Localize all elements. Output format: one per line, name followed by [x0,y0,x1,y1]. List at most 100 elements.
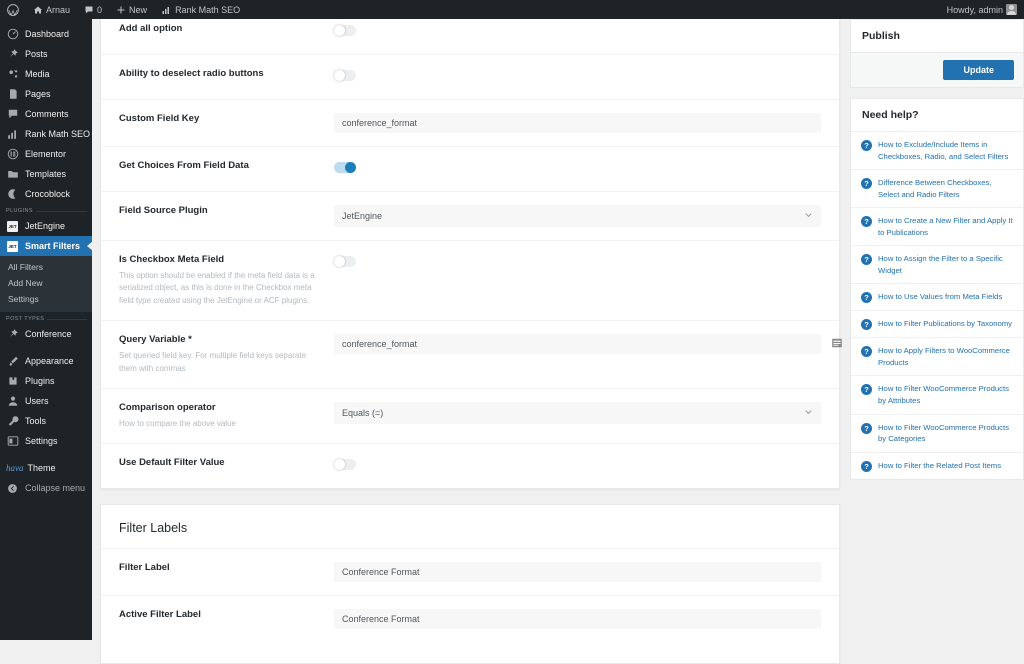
help-link[interactable]: ? How to Use Values from Meta Fields [851,283,1023,310]
pin-icon [6,328,19,340]
toggle-knob [334,70,345,81]
submenu-item-settings[interactable]: Settings [0,291,92,307]
label-title-block: Active Filter Label [119,609,334,620]
help-link-label: How to Exclude/Include Items in Checkbox… [878,140,1009,161]
help-link[interactable]: ? Difference Between Checkboxes, Select a… [851,169,1023,207]
filter-labels-panel: Filter Labels Filter Label Conference For… [100,504,840,664]
sidebar-item-label: Crocoblock [25,189,71,199]
question-mark-icon: ? [861,422,872,434]
sidebar-item-settings[interactable]: Settings [0,431,92,451]
users-icon [6,395,19,407]
sidebar-item-plugins[interactable]: Plugins [0,371,92,391]
setting-control [334,23,821,41]
sidebar-item-templates[interactable]: Templates [0,164,92,184]
setting-label-block: Query Variable * Set queried field key. F… [119,334,334,375]
sidebar-item-dashboard[interactable]: Dashboard [0,24,92,44]
help-link[interactable]: ? How to Create a New Filter and Apply It… [851,207,1023,245]
setting-row-is-checkbox-meta-field: Is Checkbox Meta Field This option should… [101,240,839,320]
label-title-block: Filter Label [119,562,334,573]
question-mark-icon: ? [861,292,872,304]
collapse-menu-button[interactable]: Collapse menu [0,478,92,498]
sidebar-item-rank-math-seo[interactable]: Rank Math SEO [0,124,92,144]
select-comparison-operator[interactable]: Equals (=) [334,401,821,424]
sidebar-item-appearance[interactable]: Appearance [0,351,92,371]
help-link[interactable]: ? How to Filter WooCommerce Products by C… [851,413,1023,452]
rank-math-menu[interactable]: Rank Math SEO [154,0,247,19]
settings-rows: Add all option Ability to deselect radio … [101,10,842,488]
setting-row-custom-field-key: Custom Field Key conference_format [101,99,839,146]
setting-label: Add all option [119,23,183,34]
comments-menu[interactable]: 0 [77,0,109,19]
page-icon [6,88,19,100]
sidebar-item-smart-filters[interactable]: JET Smart Filters [0,236,93,256]
help-link[interactable]: ? How to Filter the Related Post Items [851,451,1023,479]
sidebar-item-users[interactable]: Users [0,391,92,411]
input-custom-field-key[interactable]: conference_format [334,113,821,133]
sidebar-item-label: Settings [25,436,58,446]
input-active-filter-label[interactable]: Conference Format [334,609,821,629]
help-link[interactable]: ? How to Apply Filters to WooCommerce Pro… [851,337,1023,375]
plugins-icon [6,375,19,387]
sidebar-item-tools[interactable]: Tools [0,411,92,431]
help-link[interactable]: ? How to Assign the Filter to a Specific … [851,245,1023,283]
rank-math-label: Rank Math SEO [175,4,241,15]
home-icon [33,5,43,15]
update-button[interactable]: Update [943,60,1014,80]
setting-label-block: Use Default Filter Value [119,457,334,468]
question-mark-icon: ? [861,319,872,331]
setting-control: conference_format [334,113,821,133]
media-icon [6,68,19,80]
sidebar-item-posts[interactable]: Posts [0,44,92,64]
howdy-label: Howdy, admin [946,4,1003,15]
my-account-menu[interactable]: Howdy, admin [940,0,1024,19]
toggle-add-all-option[interactable] [334,25,356,36]
submenu-item-all-filters[interactable]: All Filters [0,259,92,275]
toggle-use-default-filter-value[interactable] [334,459,356,471]
toggle-ability-to-deselect-radio-buttons[interactable] [334,70,356,81]
input-query-variable[interactable]: conference_format [334,334,821,355]
sidebar-item-conference[interactable]: Conference [0,324,92,344]
sidebar-item-comments[interactable]: Comments [0,104,92,124]
sidebar-item-crocoblock[interactable]: Crocoblock [0,184,92,204]
sidebar-heading-posttypes: POST TYPES [0,312,92,324]
tools-icon [6,415,19,427]
macro-insert-icon[interactable] [830,336,843,349]
publish-actions: Update [851,52,1023,87]
help-link[interactable]: ? How to Exclude/Include Items in Checkbo… [851,131,1023,169]
divider [47,318,87,320]
chart-icon [161,5,172,15]
setting-label-block: Get Choices From Field Data [119,160,334,171]
comment-bubble-icon [84,5,94,15]
question-mark-icon: ? [861,178,872,190]
sidebar-item-jetengine[interactable]: JET JetEngine [0,216,92,236]
setting-description: This option should be enabled if the met… [119,271,315,305]
site-name-label: Arnau [46,4,71,15]
chevron-down-icon [804,211,813,222]
setting-label-block: Ability to deselect radio buttons [119,68,334,79]
setting-control: conference_format [334,334,842,355]
sidebar-item-theme[interactable]: hava Theme [0,458,92,478]
select-value: JetEngine [342,211,383,221]
toggle-is-checkbox-meta-field[interactable] [334,256,356,267]
sidebar-posttype-menu: Conference [0,324,92,344]
help-link-label: How to Assign the Filter to a Specific W… [878,254,1003,275]
avatar [1006,4,1017,15]
collapse-menu-label: Collapse menu [25,483,86,493]
input-filter-label[interactable]: Conference Format [334,562,821,582]
select-field-source-plugin[interactable]: JetEngine [334,205,821,227]
sidebar-item-media[interactable]: Media [0,64,92,84]
toggle-get-choices-from-field-data[interactable] [334,162,356,173]
site-name-menu[interactable]: Arnau [26,0,77,19]
question-mark-icon: ? [861,460,872,472]
help-link[interactable]: ? How to Filter WooCommerce Products by A… [851,375,1023,413]
wordpress-logo-menu[interactable] [0,0,26,19]
submenu-item-add-new[interactable]: Add New [0,275,92,291]
setting-control: Equals (=) [334,401,821,424]
chevron-down-icon [804,407,813,418]
sidebar-item-label: Comments [25,109,69,119]
filter-settings-panel: Add all option Ability to deselect radio … [100,9,842,490]
sidebar-item-elementor[interactable]: Elementor [0,144,92,164]
help-link[interactable]: ? How to Filter Publications by Taxonomy [851,310,1023,337]
sidebar-item-pages[interactable]: Pages [0,84,92,104]
new-content-menu[interactable]: New [109,0,154,19]
